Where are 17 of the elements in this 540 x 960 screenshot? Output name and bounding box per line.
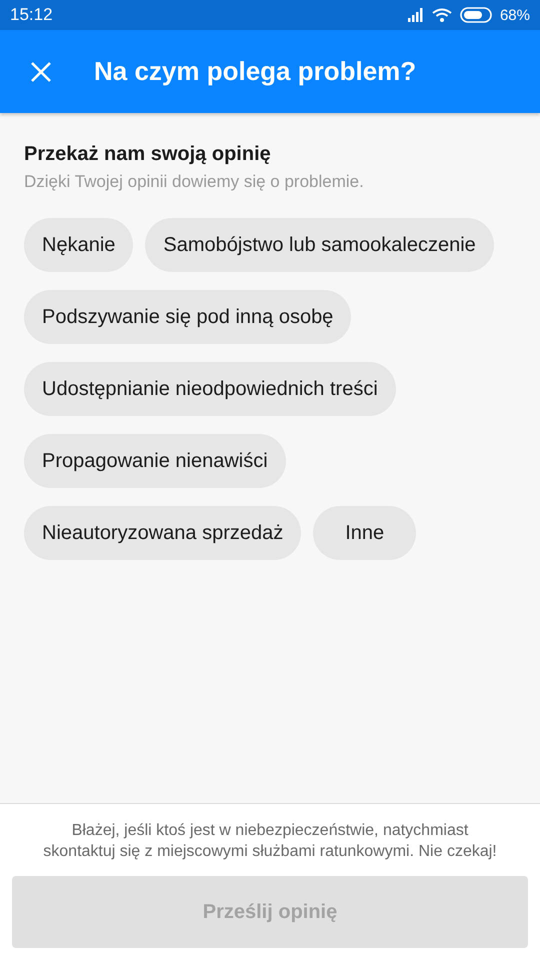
status-time: 15:12	[10, 5, 53, 25]
section-subtitle: Dzięki Twojej opinii dowiemy się o problemie.	[24, 172, 365, 192]
option-chip[interactable]: Nękanie	[24, 218, 134, 272]
header-title: Na czym polega problem?	[94, 56, 416, 87]
battery-icon	[460, 7, 492, 23]
option-chip[interactable]: Udostępnianie nieodpowiednich treści	[24, 362, 396, 416]
option-chip[interactable]: Inne	[313, 506, 416, 560]
wifi-icon	[432, 8, 452, 22]
signal-icon	[408, 8, 424, 22]
option-chip[interactable]: Nieautoryzowana sprzedaż	[24, 506, 302, 560]
option-chip[interactable]: Podszywanie się pod inną osobę	[24, 290, 352, 344]
close-icon	[30, 60, 52, 82]
option-chip[interactable]: Propagowanie nienawiści	[24, 434, 286, 488]
battery-level: 68%	[500, 6, 530, 24]
section-heading: Przekaż nam swoją opinię	[24, 143, 272, 166]
safety-notice: Błażej, jeśli ktoś jest w niebezpieczeństwie, natychmiast skontaktuj się z miejscowymi służbami ratunkowymi. Nie czekaj!	[42, 821, 498, 862]
option-chip[interactable]: Samobójstwo lub samookaleczenie	[145, 218, 494, 272]
